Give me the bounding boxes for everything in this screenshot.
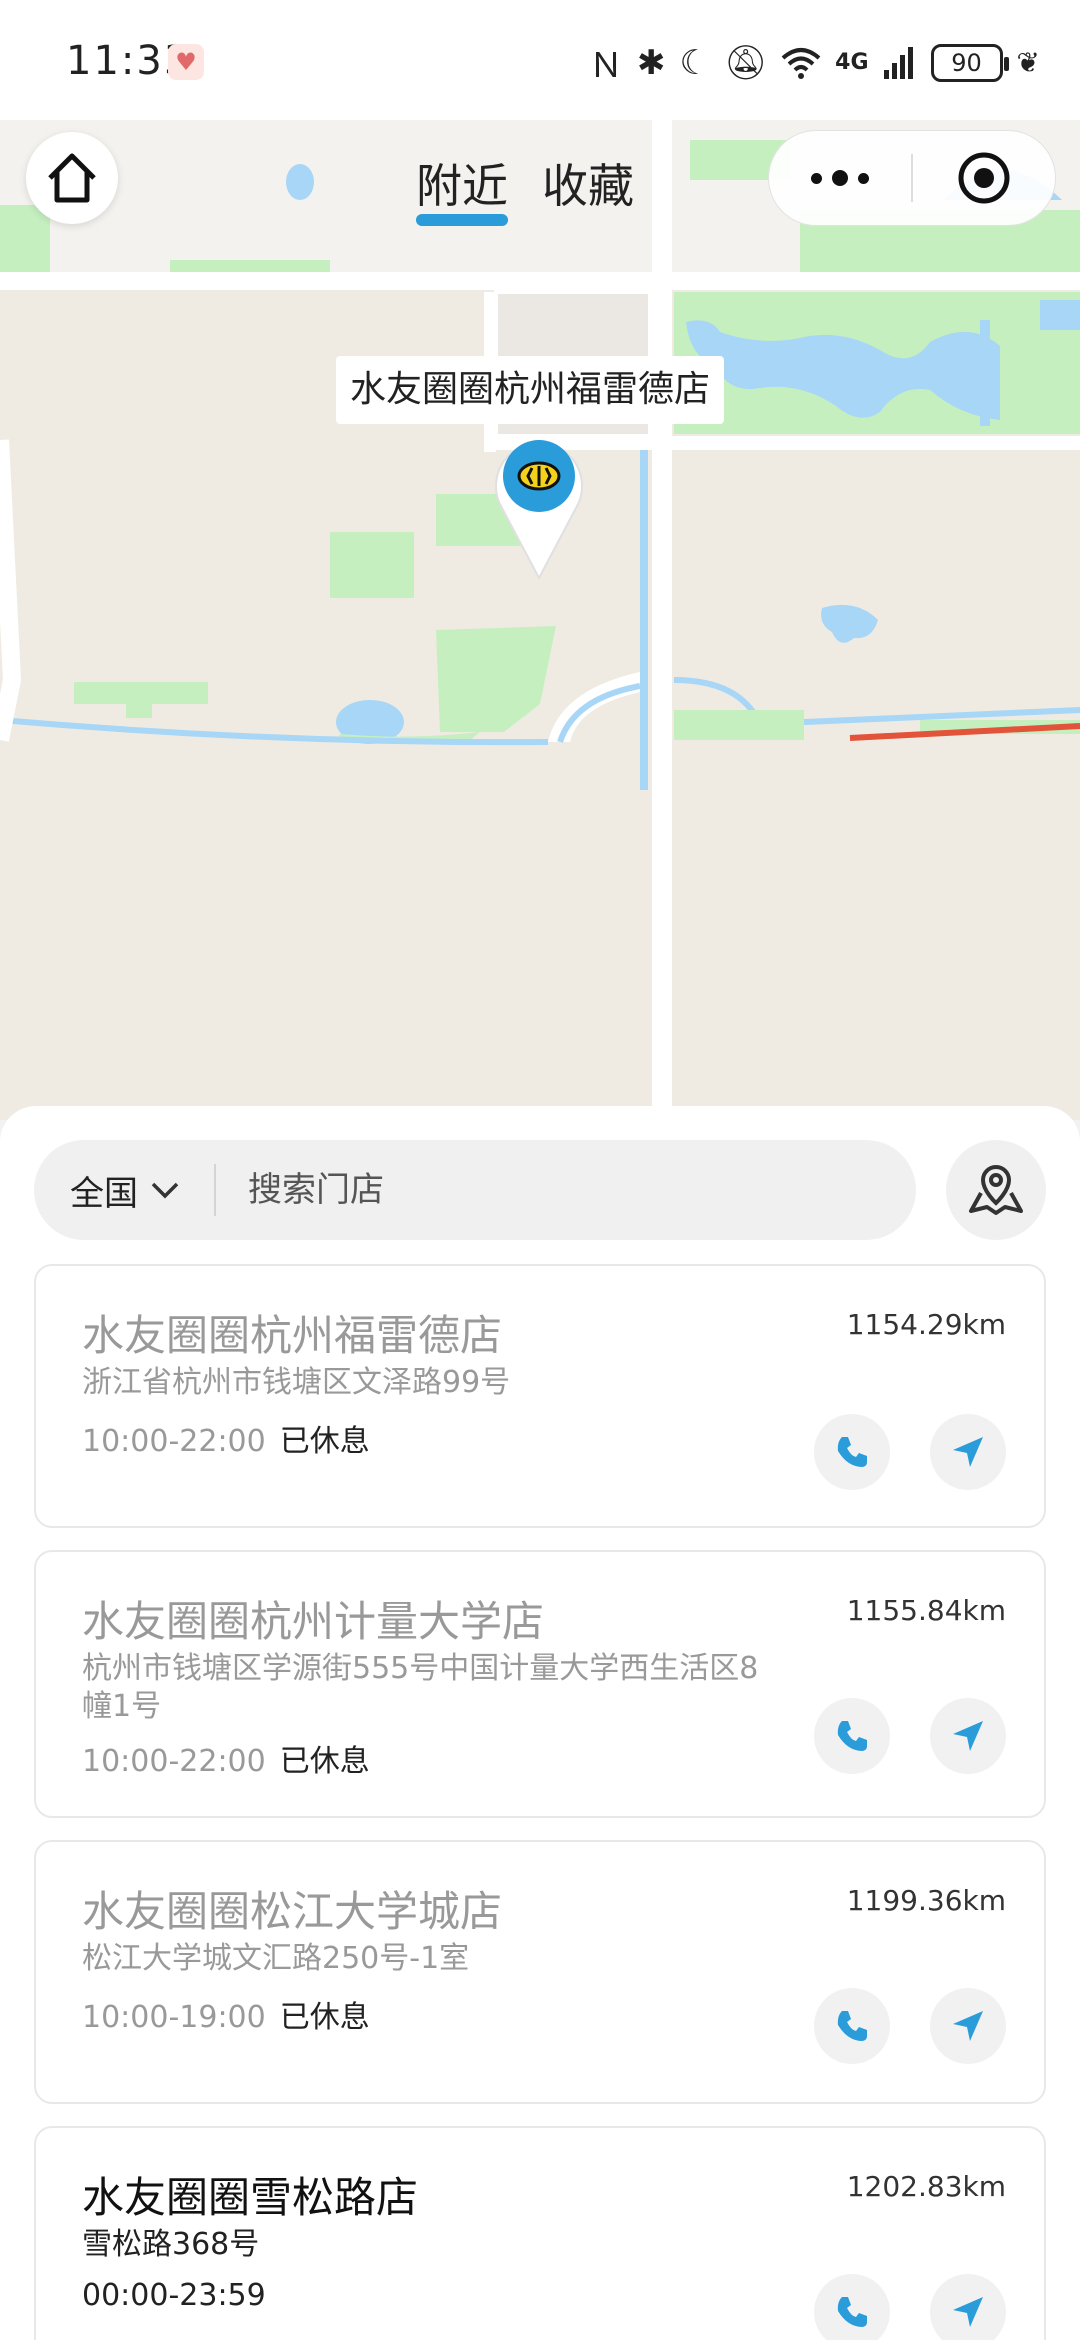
navigation-arrow-icon: [953, 1437, 983, 1467]
phone-icon: [837, 1437, 867, 1467]
store-status: 已休息: [279, 1744, 370, 1779]
navigation-arrow-icon: [953, 2297, 983, 2327]
map-view[interactable]: [0, 120, 1080, 1120]
home-icon: [48, 153, 96, 203]
navigate-button[interactable]: [930, 1414, 1006, 1490]
store-name: 水友圈圈杭州计量大学店: [82, 1597, 545, 1646]
store-list: 水友圈圈杭州福雷德店 1154.29km 浙江省杭州市钱塘区文泽路99号 10:…: [34, 1264, 1046, 2340]
store-address: 浙江省杭州市钱塘区文泽路99号: [82, 1365, 511, 1400]
chevron-down-icon: [151, 1182, 179, 1199]
store-name: 水友圈圈雪松路店: [82, 2173, 419, 2222]
more-dot-icon: [811, 172, 822, 184]
call-button[interactable]: [814, 1414, 890, 1490]
store-map-marker[interactable]: [492, 430, 586, 581]
navigate-button[interactable]: [930, 1988, 1006, 2064]
store-card[interactable]: 水友圈圈杭州福雷德店 1154.29km 浙江省杭州市钱塘区文泽路99号 10:…: [34, 1264, 1046, 1528]
search-divider: [214, 1164, 216, 1216]
store-hours: 00:00-23:59: [82, 2278, 266, 2313]
map-tabs: 附近 收藏: [416, 150, 634, 226]
store-card[interactable]: 水友圈圈雪松路店 1202.83km 雪松路368号 00:00-23:59: [34, 2126, 1046, 2340]
call-button[interactable]: [814, 2274, 890, 2340]
nfc-icon: Ｎ: [589, 46, 623, 86]
navigate-button[interactable]: [930, 1698, 1006, 1774]
region-selector[interactable]: 全国: [34, 1166, 214, 1215]
signal-icon: [883, 46, 913, 79]
store-status: 已休息: [279, 2000, 370, 2035]
network-type: 4G: [835, 50, 869, 75]
heart-notification-icon: ♥: [168, 44, 204, 80]
miniprogram-capsule: [768, 130, 1056, 226]
store-name: 水友圈圈杭州福雷德店: [82, 1311, 503, 1360]
store-hours: 10:00-22:00: [82, 1744, 266, 1779]
close-miniprogram-button[interactable]: [913, 150, 1055, 206]
phone-icon: [837, 2011, 867, 2041]
battery-indicator: 90: [930, 43, 1009, 82]
call-button[interactable]: [814, 1988, 890, 2064]
store-name: 水友圈圈松江大学城店: [82, 1887, 503, 1936]
more-dot-icon: [858, 172, 869, 184]
navigation-arrow-icon: [953, 1721, 983, 1751]
search-bar: 全国: [34, 1140, 916, 1240]
store-hours-row: 10:00-22:00 已休息: [82, 1416, 370, 1460]
store-hours: 10:00-19:00: [82, 2000, 266, 2035]
navigate-button[interactable]: [930, 2274, 1006, 2340]
tab-favorites[interactable]: 收藏: [542, 150, 634, 226]
store-card[interactable]: 水友圈圈松江大学城店 1199.36km 松江大学城文汇路250号-1室 10:…: [34, 1840, 1046, 2104]
store-panel: 全国 水友圈圈杭州福雷德店 1154.29km 浙江省杭州市钱塘区文泽路99号 …: [0, 1106, 1080, 2340]
store-address: 雪松路368号: [82, 2227, 260, 2262]
store-hours: 10:00-22:00: [82, 1424, 266, 1459]
store-hours-row: 10:00-19:00 已休息: [82, 1992, 370, 2036]
phone-icon: [837, 2297, 867, 2327]
store-status: 已休息: [279, 1424, 370, 1459]
status-icons: Ｎ ✱ ☾ 🔕︎ 4G 90 ❦: [589, 38, 1040, 87]
map-canvas[interactable]: [0, 120, 1080, 1120]
phone-icon: [837, 1721, 867, 1751]
map-marker-label[interactable]: 水友圈圈杭州福雷德店: [336, 356, 725, 424]
store-address: 松江大学城文汇路250号-1室: [82, 1941, 470, 1976]
store-distance: 1199.36km: [846, 1884, 1006, 1917]
leaf-icon: ❦: [1016, 46, 1040, 79]
status-bar: 11:33 ♥ Ｎ ✱ ☾ 🔕︎ 4G 90 ❦: [0, 0, 1080, 120]
navigation-arrow-icon: [953, 2011, 983, 2041]
store-distance: 1202.83km: [846, 2170, 1006, 2203]
store-search-input[interactable]: [248, 1170, 916, 1210]
more-button[interactable]: [769, 170, 911, 186]
bluetooth-icon: ✱: [637, 42, 666, 83]
more-dot-icon: [832, 170, 848, 186]
map-location-button[interactable]: [946, 1140, 1046, 1240]
map-pin-icon: [969, 1164, 1023, 1215]
store-hours-row: 00:00-23:59: [82, 2278, 280, 2313]
store-pin-icon: [495, 440, 583, 581]
tab-nearby[interactable]: 附近: [416, 150, 508, 226]
call-button[interactable]: [814, 1698, 890, 1774]
store-distance: 1154.29km: [846, 1308, 1006, 1341]
store-hours-row: 10:00-22:00 已休息: [82, 1736, 370, 1780]
store-card[interactable]: 水友圈圈杭州计量大学店 1155.84km 杭州市钱塘区学源街555号中国计量大…: [34, 1550, 1046, 1818]
region-label: 全国: [70, 1173, 138, 1214]
moon-icon: ☾: [679, 42, 710, 83]
home-button[interactable]: [26, 132, 118, 224]
target-close-icon: [958, 152, 1010, 204]
mute-bell-icon: 🔕︎: [723, 42, 768, 83]
store-distance: 1155.84km: [846, 1594, 1006, 1627]
store-address: 杭州市钱塘区学源街555号中国计量大学西生活区8幢1号: [82, 1651, 759, 1724]
wifi-icon: [781, 47, 821, 79]
